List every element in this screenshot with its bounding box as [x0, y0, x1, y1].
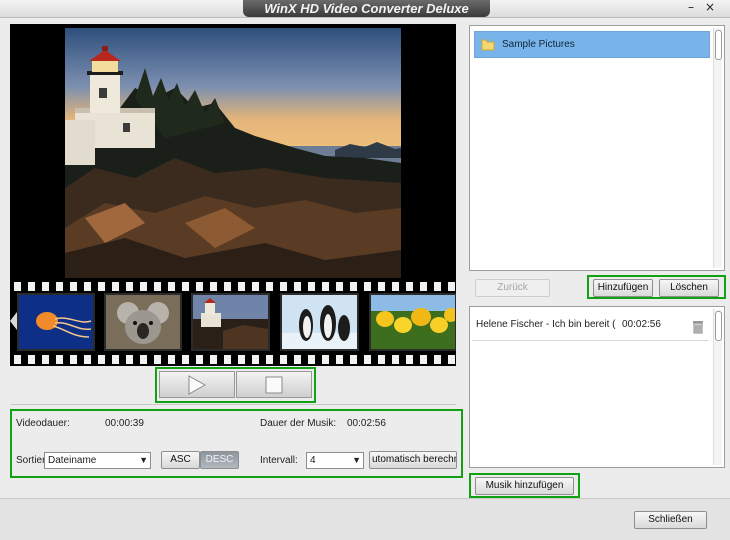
music-item[interactable]: Helene Fischer - Ich bin bereit ( 00:02:… [472, 309, 708, 341]
music-list-panel: Helene Fischer - Ich bin bereit ( 00:02:… [469, 306, 725, 468]
filmstrip [10, 280, 456, 366]
chevron-down-icon: ▼ [352, 455, 361, 465]
scrollbar-thumb[interactable] [715, 30, 722, 60]
music-duration-value: 00:02:56 [347, 418, 386, 429]
folder-item-sample-pictures[interactable]: Sample Pictures [474, 31, 710, 58]
back-button[interactable]: Zurück [475, 279, 550, 297]
sort-label: Sortier [16, 455, 46, 466]
music-duration-label: Dauer der Musik: [260, 418, 337, 429]
thumbnail-tulips[interactable] [369, 293, 456, 351]
sort-asc-button[interactable]: ASC [161, 451, 200, 469]
close-window-button[interactable]: × [702, 0, 718, 16]
folder-list-scrollbar[interactable] [713, 28, 722, 268]
folder-icon [481, 39, 495, 51]
close-button[interactable]: Schließen [634, 511, 707, 529]
music-item-duration: 00:02:56 [622, 319, 661, 330]
preview-image [65, 28, 401, 278]
add-music-button[interactable]: Musik hinzufügen [475, 477, 574, 495]
window-title: WinX HD Video Converter Deluxe [243, 0, 490, 17]
play-button[interactable] [159, 371, 235, 398]
trash-icon[interactable] [692, 320, 704, 334]
stop-button[interactable] [236, 371, 312, 398]
play-icon [188, 374, 206, 395]
add-button[interactable]: Hinzufügen [593, 279, 653, 297]
film-sprockets-bottom [10, 355, 456, 364]
stop-icon [265, 376, 283, 393]
video-duration-value: 00:00:39 [105, 418, 144, 429]
folder-list-panel: Sample Pictures [469, 25, 725, 271]
sort-select-value: Dateiname [48, 455, 97, 466]
interval-label: Intervall: [260, 455, 298, 466]
folder-item-label: Sample Pictures [502, 39, 575, 50]
sort-desc-button[interactable]: DESC [200, 451, 239, 469]
auto-calculate-button[interactable]: utomatisch berechne [369, 451, 457, 469]
music-list-scrollbar[interactable] [713, 309, 722, 465]
title-bar: WinX HD Video Converter Deluxe – × [0, 0, 730, 18]
minimize-button[interactable]: – [683, 0, 699, 16]
thumbnail-koala[interactable] [104, 293, 182, 351]
thumbnail-jellyfish[interactable] [17, 293, 95, 351]
interval-select[interactable]: 4 ▼ [306, 452, 364, 469]
section-divider [10, 404, 456, 405]
transport-controls [157, 369, 314, 401]
video-duration-label: Videodauer: [16, 418, 70, 429]
film-sprockets-top [10, 282, 456, 291]
thumbnail-lighthouse[interactable] [191, 293, 270, 351]
thumbnail-penguins[interactable] [280, 293, 359, 351]
delete-button[interactable]: Löschen [659, 279, 719, 297]
sort-select[interactable]: Dateiname ▼ [44, 452, 151, 469]
music-item-name: Helene Fischer - Ich bin bereit ( [476, 319, 616, 330]
interval-select-value: 4 [310, 455, 316, 466]
preview-area [10, 24, 456, 286]
settings-section: Videodauer: 00:00:39 Dauer der Musik: 00… [11, 410, 462, 477]
footer-bar: Schließen [0, 498, 730, 540]
scrollbar-thumb[interactable] [715, 311, 722, 341]
chevron-down-icon: ▼ [139, 455, 148, 465]
